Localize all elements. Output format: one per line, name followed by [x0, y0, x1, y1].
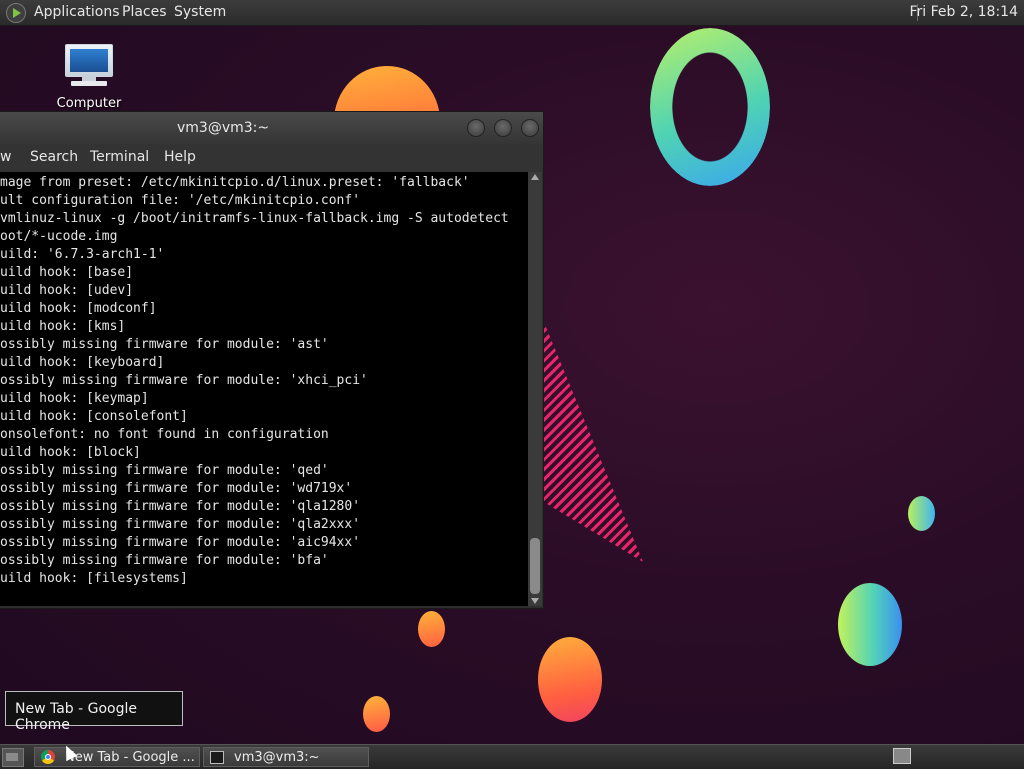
- scroll-up-arrow-icon[interactable]: [531, 174, 539, 180]
- desktop-icon-label: Computer: [56, 96, 122, 111]
- terminal-line: ossibly missing firmware for module: 'bf…: [0, 553, 329, 568]
- close-button[interactable]: [521, 119, 539, 137]
- minimize-button[interactable]: [467, 119, 485, 137]
- terminal-line: uild hook: [kms]: [0, 319, 126, 334]
- menu-places[interactable]: Places: [122, 4, 167, 20]
- scrollbar-thumb[interactable]: [530, 538, 540, 594]
- terminal-output[interactable]: mage from preset: /etc/mkinitcpio.d/linu…: [0, 172, 528, 606]
- terminal-line: uild: '6.7.3-arch1-1': [0, 247, 165, 262]
- terminal-line: onsolefont: no font found in configurati…: [0, 427, 329, 442]
- terminal-line: uild hook: [keyboard]: [0, 355, 165, 370]
- small-orange-blob-decoration: [418, 611, 445, 647]
- terminal-scrollbar[interactable]: [528, 172, 542, 606]
- applications-logo-icon[interactable]: [6, 3, 26, 23]
- large-blue-blob-decoration: [838, 583, 902, 666]
- clock[interactable]: Fri Feb 2, 18:14: [909, 4, 1018, 20]
- terminal-line: uild hook: [block]: [0, 445, 141, 460]
- terminal-line: uild hook: [udev]: [0, 283, 134, 298]
- terminal-line: ossibly missing firmware for module: 'xh…: [0, 373, 368, 388]
- window-titlebar[interactable]: vm3@vm3:~: [0, 112, 543, 144]
- window-title: vm3@vm3:~: [177, 120, 270, 136]
- taskbar-item-label: New Tab - Google ...: [65, 750, 195, 765]
- menu-applications[interactable]: Applications: [34, 4, 120, 20]
- terminal-line: ossibly missing firmware for module: 'wd…: [0, 481, 353, 496]
- small-orange-blob-decoration-2: [363, 696, 390, 732]
- terminal-icon: [210, 751, 224, 764]
- taskbar-item-terminal[interactable]: vm3@vm3:~: [203, 747, 369, 767]
- terminal-line: uild hook: [filesystems]: [0, 571, 188, 586]
- top-panel: Applications Places System Fri Feb 2, 18…: [0, 0, 1024, 26]
- striped-triangle-decoration: [543, 320, 643, 562]
- menu-view[interactable]: w: [0, 149, 11, 165]
- terminal-line: uild hook: [consolefont]: [0, 409, 188, 424]
- menu-help[interactable]: Help: [164, 149, 196, 165]
- taskbar-tooltip: New Tab - Google Chrome: [5, 691, 183, 733]
- terminal-line: ossibly missing firmware for module: 'ql…: [0, 499, 361, 514]
- bottom-panel: New Tab - Google ... vm3@vm3:~: [0, 744, 1024, 769]
- terminal-window[interactable]: vm3@vm3:~ w Search Terminal Help mage fr…: [0, 111, 544, 609]
- terminal-line: ossibly missing firmware for module: 'qe…: [0, 463, 329, 478]
- scroll-down-arrow-icon[interactable]: [531, 598, 539, 604]
- terminal-line: uild hook: [modconf]: [0, 301, 157, 316]
- terminal-line: uild hook: [keymap]: [0, 391, 149, 406]
- large-orange-blob-decoration: [538, 637, 602, 722]
- show-desktop-icon[interactable]: [2, 748, 24, 767]
- desktop-icon-computer[interactable]: Computer: [50, 44, 128, 111]
- terminal-line: vmlinuz-linux -g /boot/initramfs-linux-f…: [0, 211, 509, 226]
- terminal-line: ossibly missing firmware for module: 'ql…: [0, 517, 361, 532]
- maximize-button[interactable]: [494, 119, 512, 137]
- menu-terminal[interactable]: Terminal: [90, 149, 149, 165]
- menu-system[interactable]: System: [174, 4, 226, 20]
- terminal-line: mage from preset: /etc/mkinitcpio.d/linu…: [0, 175, 470, 190]
- terminal-line: ossibly missing firmware for module: 'ai…: [0, 535, 361, 550]
- menu-search[interactable]: Search: [30, 149, 78, 165]
- terminal-menubar: w Search Terminal Help: [0, 144, 543, 172]
- terminal-line: ossibly missing firmware for module: 'as…: [0, 337, 329, 352]
- computer-monitor-icon: [65, 44, 113, 88]
- ring-decoration: [650, 28, 770, 186]
- small-blue-blob-decoration: [908, 496, 935, 531]
- terminal-line: ult configuration file: '/etc/mkinitcpio…: [0, 193, 361, 208]
- terminal-line: oot/*-ucode.img: [0, 229, 118, 244]
- taskbar-item-chrome[interactable]: New Tab - Google ...: [34, 747, 200, 767]
- terminal-line: uild hook: [base]: [0, 265, 134, 280]
- chrome-icon: [41, 750, 55, 764]
- taskbar-item-label: vm3@vm3:~: [234, 750, 320, 765]
- workspace-switcher[interactable]: [893, 748, 911, 764]
